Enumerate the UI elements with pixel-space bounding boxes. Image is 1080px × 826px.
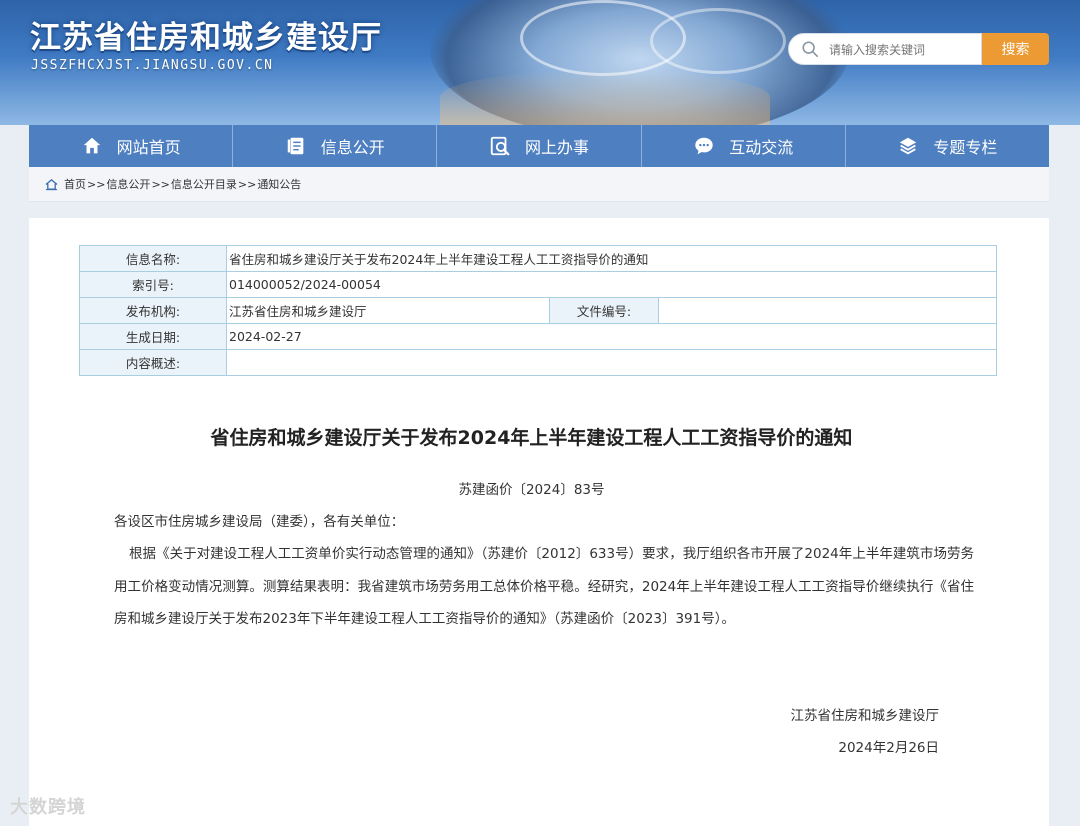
meta-label: 信息名称: bbox=[79, 245, 227, 272]
meta-value-index: 014000052/2024-00054 bbox=[226, 271, 997, 298]
site-domain: JSSZFHCXJST.JIANGSU.GOV.CN bbox=[31, 58, 274, 73]
search-button[interactable]: 搜索 bbox=[982, 33, 1049, 65]
nav-item-label: 网站首页 bbox=[116, 138, 181, 157]
home-icon bbox=[83, 137, 100, 154]
breadcrumb-link-home[interactable]: 首页 bbox=[64, 176, 86, 192]
meta-value-date: 2024-02-27 bbox=[226, 323, 997, 350]
table-row: 内容概述: bbox=[79, 349, 997, 376]
banner-decoration bbox=[440, 70, 770, 125]
document-icon bbox=[287, 137, 304, 155]
nav-item-label: 互动交流 bbox=[729, 138, 794, 157]
nav-item-label: 信息公开 bbox=[320, 138, 385, 157]
nav-item-online-services[interactable]: 网上办事 bbox=[437, 125, 642, 167]
search-doc-icon bbox=[490, 136, 510, 156]
meta-label: 内容概述: bbox=[79, 349, 227, 376]
meta-label: 索引号: bbox=[79, 271, 227, 298]
home-icon bbox=[45, 178, 58, 190]
nav-item-special-topics[interactable]: 专题专栏 bbox=[846, 125, 1049, 167]
article-container: 信息名称: 省住房和城乡建设厅关于发布2024年上半年建设工程人工工资指导价的通… bbox=[29, 218, 1049, 826]
breadcrumb-separator: >> bbox=[237, 177, 257, 191]
info-meta-table: 信息名称: 省住房和城乡建设厅关于发布2024年上半年建设工程人工工资指导价的通… bbox=[79, 245, 997, 376]
article-signer: 江苏省住房和城乡建设厅 bbox=[790, 708, 940, 724]
meta-value-summary bbox=[226, 349, 997, 376]
nav-item-info-disclosure[interactable]: 信息公开 bbox=[233, 125, 438, 167]
breadcrumb-link-info-disclosure[interactable]: 信息公开 bbox=[106, 176, 150, 192]
table-row: 索引号: 014000052/2024-00054 bbox=[79, 271, 997, 298]
meta-value-file-no bbox=[658, 297, 997, 324]
nav-item-label: 网上办事 bbox=[525, 138, 590, 157]
article-date: 2024年2月26日 bbox=[838, 740, 939, 756]
table-row: 信息名称: 省住房和城乡建设厅关于发布2024年上半年建设工程人工工资指导价的通… bbox=[79, 245, 997, 272]
breadcrumb-separator: >> bbox=[87, 177, 106, 191]
meta-label: 生成日期: bbox=[79, 323, 227, 350]
breadcrumb-link-info-catalog[interactable]: 信息公开目录 bbox=[171, 176, 237, 192]
meta-value-org: 江苏省住房和城乡建设厅 bbox=[226, 297, 550, 324]
meta-label: 发布机构: bbox=[79, 297, 227, 324]
article-title: 省住房和城乡建设厅关于发布2024年上半年建设工程人工工资指导价的通知 bbox=[210, 427, 853, 449]
nav-item-home[interactable]: 网站首页 bbox=[29, 125, 234, 167]
search-input[interactable] bbox=[827, 39, 976, 61]
main-nav: 网站首页 信息公开 网上办事 互动交流 专题专栏 bbox=[29, 125, 1049, 167]
nav-item-label: 专题专栏 bbox=[933, 138, 998, 157]
document-number: 苏建函价〔2024〕83号 bbox=[458, 482, 605, 498]
breadcrumb: 首页 >> 信息公开 >> 信息公开目录 >> 通知公告 bbox=[29, 167, 1049, 202]
search-box[interactable] bbox=[788, 33, 982, 65]
table-row: 生成日期: 2024-02-27 bbox=[79, 323, 997, 350]
breadcrumb-link-notices[interactable]: 通知公告 bbox=[257, 176, 301, 192]
chat-icon bbox=[695, 137, 713, 155]
breadcrumb-separator: >> bbox=[151, 177, 170, 191]
layers-icon bbox=[900, 137, 917, 155]
meta-value-name: 省住房和城乡建设厅关于发布2024年上半年建设工程人工工资指导价的通知 bbox=[226, 245, 997, 272]
article-salutation: 各设区市住房城乡建设局（建委），各有关单位： bbox=[114, 514, 405, 530]
banner-decoration bbox=[650, 8, 786, 74]
search-icon bbox=[802, 41, 819, 58]
table-row: 发布机构: 江苏省住房和城乡建设厅 文件编号: bbox=[79, 297, 997, 324]
article-body: 根据《关于对建设工程人工工资单价实行动态管理的通知》（苏建价〔2012〕633号… bbox=[114, 546, 974, 627]
site-title[interactable]: 江苏省住房和城乡建设厅 bbox=[30, 12, 382, 57]
meta-label: 文件编号: bbox=[549, 297, 659, 324]
nav-item-interaction[interactable]: 互动交流 bbox=[642, 125, 846, 167]
site-header: 江苏省住房和城乡建设厅 JSSZFHCXJST.JIANGSU.GOV.CN 搜… bbox=[0, 0, 1080, 125]
watermark: 大数跨境 bbox=[10, 797, 86, 818]
